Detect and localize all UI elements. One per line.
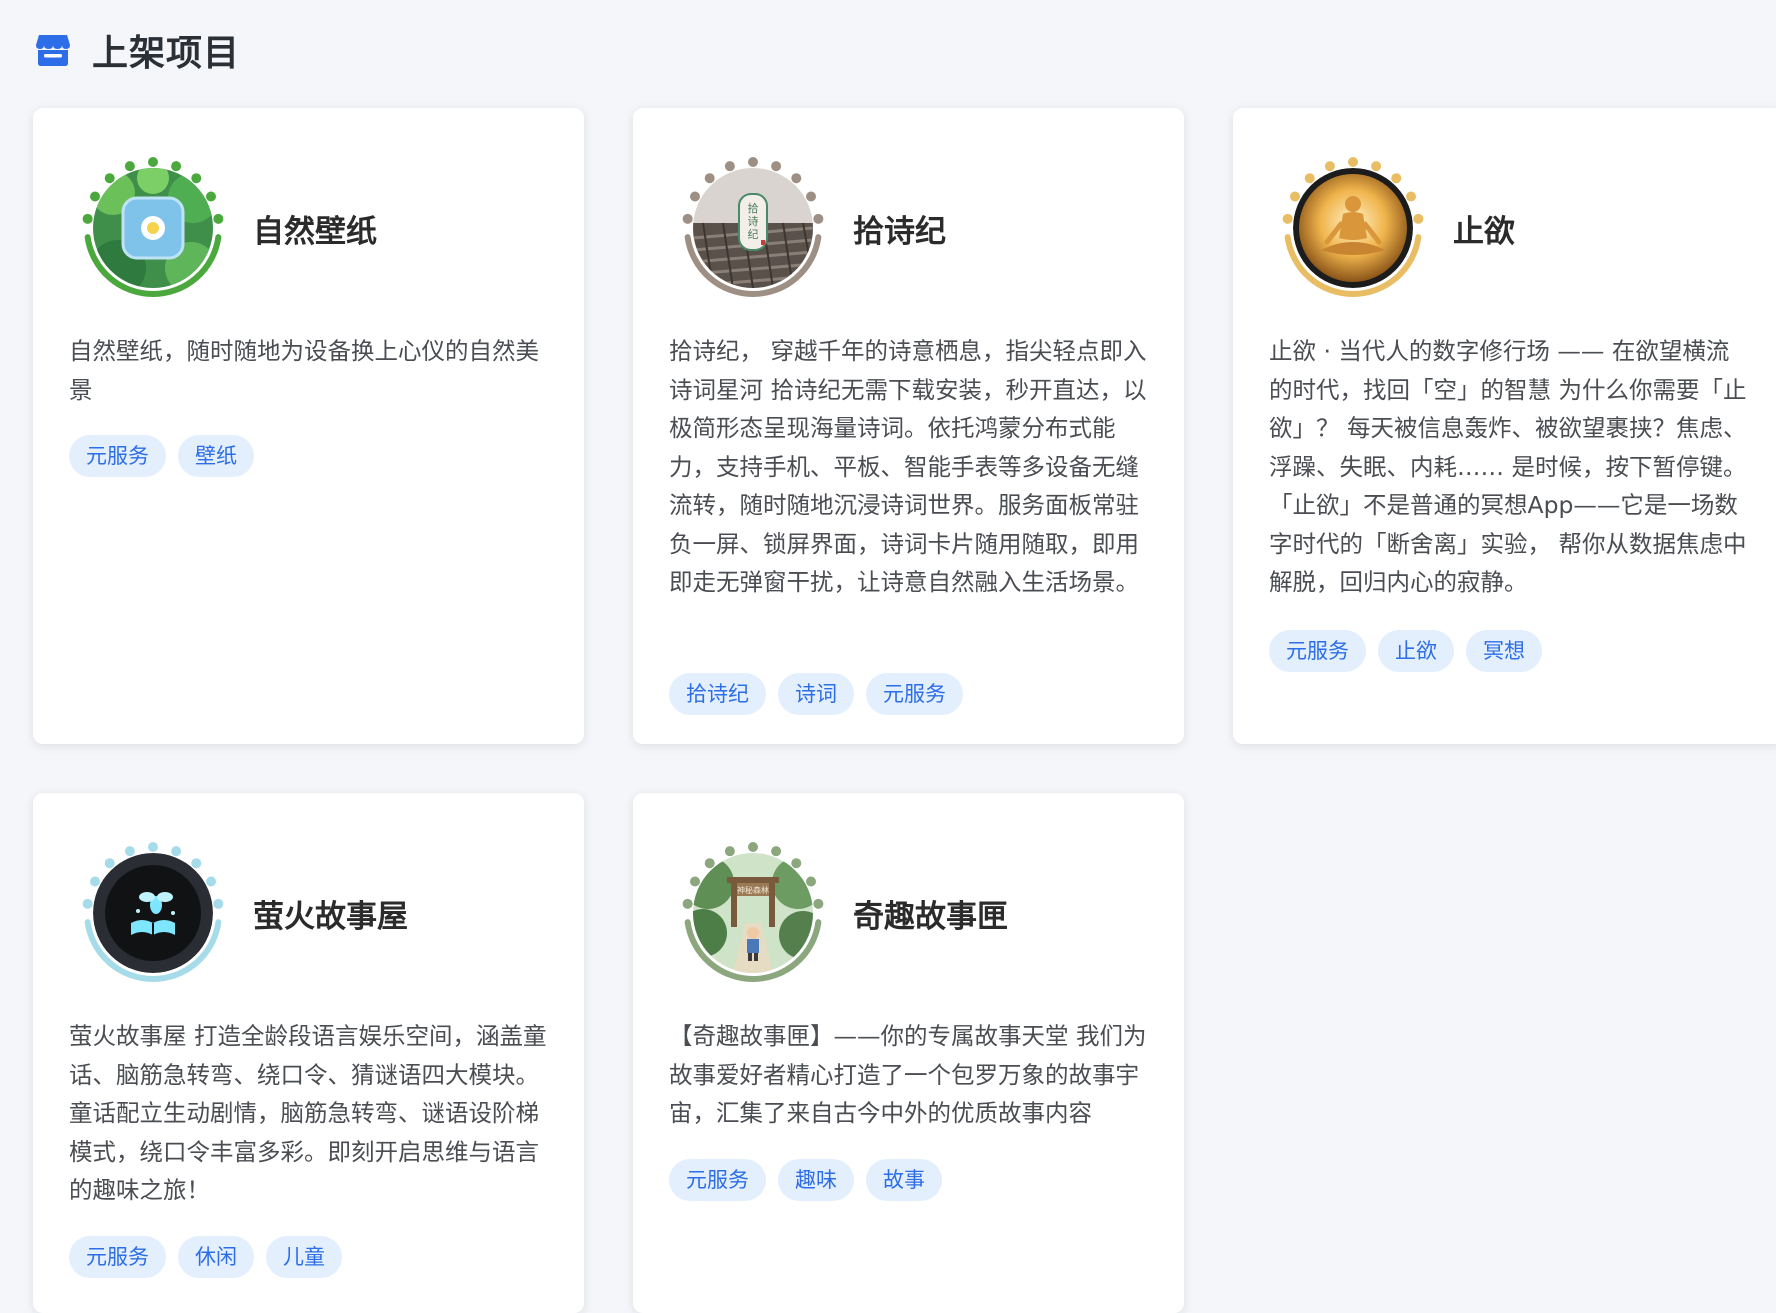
avatar-ring-dot [724,161,735,172]
avatar-ring-dot [206,191,217,202]
fun-story-box-avatar: 神秘森林 [669,829,837,997]
svg-text:诗: 诗 [748,214,759,228]
card-title[interactable]: 止欲 [1453,206,1515,251]
tag[interactable]: 止欲 [1378,630,1454,672]
avatar-ring-dot [771,846,782,857]
avatar-ring-dot [1371,161,1382,172]
avatar-ring-dot [82,898,93,909]
card-description: 自然壁纸，随时随地为设备换上心仪的自然美景 [69,337,539,404]
card-title[interactable]: 萤火故事屋 [253,891,408,936]
svg-text:拾: 拾 [748,201,759,215]
tag[interactable]: 元服务 [69,435,166,477]
page-title: 上架项目 [92,33,241,74]
avatar-ring-dot [813,898,824,909]
avatar-ring-dot [682,213,693,224]
tag[interactable]: 故事 [866,1159,942,1201]
firefly-book-app-icon [93,853,213,973]
avatar-ring-dot [213,213,224,224]
project-card-nature-wallpaper[interactable]: 自然壁纸 自然壁纸，随时随地为设备换上心仪的自然美景 元服务 壁纸 [33,108,584,744]
tag-list: 元服务 休闲 儿童 [69,1236,342,1278]
avatar-ring-dot [724,846,735,857]
avatar-ring-dot [791,173,802,184]
avatar-ring-dot [1282,213,1293,224]
tag-list: 拾诗纪 诗词 元服务 [669,673,963,715]
avatar-ring-dot [813,213,824,224]
card-title[interactable]: 拾诗纪 [853,206,946,251]
tag[interactable]: 趣味 [778,1159,854,1201]
tag[interactable]: 元服务 [69,1236,166,1278]
forest-story-app-icon: 神秘森林 [693,853,813,973]
avatar-ring-dot [213,898,224,909]
store-icon [36,35,70,66]
avatar-ring-dot [148,157,158,167]
tag[interactable]: 休闲 [178,1236,254,1278]
tag[interactable]: 拾诗纪 [669,673,766,715]
tag[interactable]: 元服务 [669,1159,766,1201]
poetry-app-icon: 拾 诗 纪 [693,168,813,288]
tag[interactable]: 壁纸 [178,435,254,477]
avatar-ring-dot [1406,191,1417,202]
avatar-ring-dot [171,161,182,172]
project-card-firefly-story[interactable]: 萤火故事屋 萤火故事屋 打造全龄段语言娱乐空间，涵盖童话、脑筋急转弯、绕口令、猜… [33,793,584,1313]
project-card-poetry[interactable]: 拾 诗 纪 拾诗纪 拾诗纪， 穿越千年的诗意栖息，指尖轻点即入诗词星河 拾诗纪无… [633,108,1184,744]
avatar-ring-dot [191,173,202,184]
avatar-ring-dot [791,858,802,869]
tag-list: 元服务 止欲 冥想 [1269,630,1542,672]
avatar-ring-dot [148,842,158,852]
tag-list: 元服务 壁纸 [69,435,254,477]
nature-wallpaper-app-icon [93,168,213,288]
meditation-app-icon [1293,168,1413,288]
avatar-ring-dot [191,858,202,869]
avatar-ring-dot [748,157,758,167]
avatar-ring-dot [806,876,817,887]
tag[interactable]: 冥想 [1466,630,1542,672]
tag[interactable]: 儿童 [266,1236,342,1278]
page-header: 上架项目 [34,24,240,76]
avatar-ring-dot [1348,157,1358,167]
avatar-ring-dot [806,191,817,202]
avatar-ring-dot [171,846,182,857]
project-card-meditation[interactable]: 止欲 止欲 · 当代人的数字修行场 —— 在欲望横流的时代，找回「空」的智慧 为… [1233,108,1776,744]
poetry-avatar: 拾 诗 纪 [669,144,837,312]
card-description: 拾诗纪， 穿越千年的诗意栖息，指尖轻点即入诗词星河 拾诗纪无需下载安装，秒开直达… [669,337,1147,596]
card-title[interactable]: 自然壁纸 [253,206,377,251]
tag-list: 元服务 趣味 故事 [669,1159,942,1201]
avatar-ring-dot [206,876,217,887]
meditation-avatar [1269,144,1437,312]
avatar-ring-dot [124,846,135,857]
avatar-ring-dot [682,898,693,909]
project-card-fun-story-box[interactable]: 神秘森林 奇趣故事匣 【奇趣故事匣】——你的专属故事天堂 我们为故事爱好者精心打… [633,793,1184,1313]
card-description: 萤火故事屋 打造全龄段语言娱乐空间，涵盖童话、脑筋急转弯、绕口令、猜谜语四大模块… [69,1022,547,1204]
avatar-ring-dot [1413,213,1424,224]
card-description: 止欲 · 当代人的数字修行场 —— 在欲望横流的时代，找回「空」的智慧 为什么你… [1269,337,1747,596]
tag[interactable]: 元服务 [866,673,963,715]
firefly-story-avatar [69,829,237,997]
nature-wallpaper-avatar [69,144,237,312]
tag[interactable]: 诗词 [778,673,854,715]
forest-sign-text: 神秘森林 [737,885,769,895]
card-description: 【奇趣故事匣】——你的专属故事天堂 我们为故事爱好者精心打造了一个包罗万象的故事… [669,1022,1147,1127]
svg-text:纪: 纪 [748,228,759,241]
avatar-ring-dot [748,842,758,852]
avatar-ring-dot [82,213,93,224]
card-title[interactable]: 奇趣故事匣 [853,891,1008,936]
avatar-ring-dot [1324,161,1335,172]
tag[interactable]: 元服务 [1269,630,1366,672]
avatar-ring-dot [124,161,135,172]
avatar-ring-dot [1391,173,1402,184]
avatar-ring-dot [771,161,782,172]
